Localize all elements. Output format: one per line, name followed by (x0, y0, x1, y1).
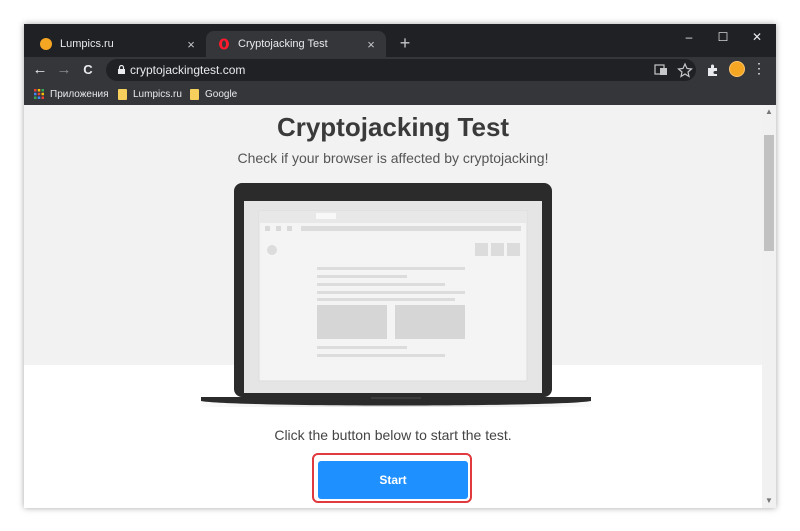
tab-strip: Lumpics.ru × Cryptojacking Test × + – ☐ … (24, 24, 776, 57)
new-tab-button[interactable]: + (394, 31, 416, 55)
bookmarks-bar: Приложения Lumpics.ru Google (24, 83, 776, 105)
tab-title: Cryptojacking Test (238, 38, 328, 50)
page-title: Cryptojacking Test (276, 112, 510, 142)
forward-button[interactable]: → (54, 60, 74, 80)
tab-close-icon[interactable]: × (182, 37, 200, 52)
folder-icon (118, 88, 127, 100)
bookmark-apps[interactable]: Приложения (34, 86, 109, 102)
profile-avatar[interactable] (729, 61, 745, 77)
bookmark-label: Google (205, 88, 238, 100)
maximize-button[interactable]: ☐ (706, 26, 740, 48)
back-button[interactable]: ← (30, 60, 50, 80)
start-button[interactable]: Start (318, 461, 468, 499)
lumpics-favicon-icon (40, 38, 52, 50)
address-bar[interactable]: cryptojackingtest.com (106, 59, 696, 81)
minimize-button[interactable]: – (672, 26, 706, 48)
tab-cryptojacking[interactable]: Cryptojacking Test × (206, 31, 386, 57)
bookmark-label: Приложения (50, 88, 109, 100)
page-subtitle: Check if your browser is affected by cry… (237, 150, 549, 166)
opera-favicon-icon (219, 38, 229, 50)
close-window-button[interactable]: ✕ (740, 26, 774, 48)
scroll-thumb[interactable] (764, 135, 774, 251)
tab-title: Lumpics.ru (60, 38, 114, 50)
url-text: cryptojackingtest.com (130, 63, 246, 77)
page-content: Cryptojacking Test Check if your browser… (24, 105, 776, 508)
menu-icon[interactable]: ⋮ (752, 60, 766, 77)
star-icon[interactable] (676, 62, 694, 78)
instruction-text: Click the button below to start the test… (274, 427, 512, 443)
scroll-up-arrow-icon[interactable]: ▲ (762, 105, 776, 119)
lock-icon (118, 65, 125, 74)
bookmark-label: Lumpics.ru (133, 88, 182, 100)
browser-toolbar: ← → C cryptojackingtest.com ⋮ (24, 57, 776, 83)
extensions-icon[interactable] (704, 61, 722, 79)
folder-icon (190, 88, 199, 100)
translate-icon[interactable] (652, 62, 670, 78)
browser-window: Lumpics.ru × Cryptojacking Test × + – ☐ … (24, 24, 776, 508)
vertical-scrollbar[interactable]: ▲ ▼ (762, 105, 776, 508)
scroll-down-arrow-icon[interactable]: ▼ (762, 494, 776, 508)
reload-button[interactable]: C (78, 60, 98, 80)
laptop-illustration (201, 183, 591, 407)
bookmark-lumpics[interactable]: Lumpics.ru (118, 86, 182, 102)
bookmark-google[interactable]: Google (190, 86, 237, 102)
apps-grid-icon (34, 89, 44, 99)
tab-close-icon[interactable]: × (362, 37, 380, 52)
tab-lumpics[interactable]: Lumpics.ru × (32, 31, 206, 57)
